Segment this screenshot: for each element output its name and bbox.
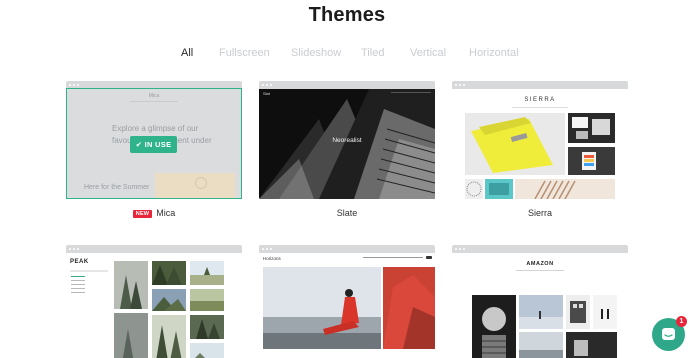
theme-preview-sierra: SIERRA — [452, 89, 628, 199]
preview-nav — [130, 101, 178, 102]
theme-card-sierra[interactable]: SIERRA — [452, 81, 628, 199]
preview-nav — [512, 107, 568, 108]
preview-nav-line — [71, 276, 85, 277]
chat-unread-badge: 1 — [676, 316, 687, 327]
preview-photo-portrait — [472, 295, 516, 358]
chat-icon — [662, 328, 675, 340]
preview-photo-fog — [114, 313, 148, 358]
check-icon: ✔ — [135, 140, 143, 149]
preview-nav-line — [71, 280, 85, 281]
theme-card-horizon[interactable]: Horizons — [259, 245, 435, 358]
preview-photo-beach — [519, 295, 563, 329]
preview-photo-colors — [568, 147, 615, 175]
browser-bar — [66, 245, 242, 253]
preview-logo: SIERRA — [524, 97, 556, 103]
preview-photo-woman-seaside — [263, 267, 381, 349]
page-title: Themes — [308, 4, 386, 26]
theme-filter-tabs: All Fullscreen Slideshow Tiled Vertical … — [0, 47, 694, 61]
browser-bar — [452, 245, 628, 253]
preview-photo-red-dress — [383, 267, 435, 349]
theme-card-slate[interactable]: Slat Neorealist — [259, 81, 435, 199]
theme-card-peak[interactable]: PEAK — [66, 245, 242, 358]
preview-logo: Horizons — [263, 256, 281, 261]
preview-photo — [155, 173, 235, 199]
preview-subtitle-line — [70, 270, 108, 272]
preview-nav — [363, 257, 423, 258]
theme-caption-mica[interactable]: NEW Mica — [66, 208, 242, 218]
preview-logo: AMAZON — [526, 261, 554, 267]
filter-slideshow[interactable]: Slideshow — [291, 47, 341, 59]
theme-name: Mica — [156, 208, 176, 218]
preview-photo-book — [515, 179, 615, 199]
preview-tagline: Here for the Summer — [84, 184, 150, 191]
preview-photo-stationery — [568, 113, 615, 143]
theme-preview-peak: PEAK — [66, 253, 242, 358]
theme-preview-mica: Mica Explore a glimpse of our favourite … — [66, 89, 242, 199]
preview-photo-sky — [190, 343, 224, 358]
preview-photo-forest — [114, 261, 148, 309]
preview-headline: Neorealist — [332, 137, 362, 144]
preview-photo-shore — [519, 332, 563, 358]
preview-photo-dark — [566, 332, 617, 358]
preview-nav — [391, 92, 431, 93]
preview-photo-building — [566, 295, 590, 329]
theme-name: Slate — [336, 208, 358, 218]
preview-logo: PEAK — [70, 259, 89, 265]
filter-horizontal[interactable]: Horizontal — [469, 47, 519, 59]
preview-photo-trees — [152, 261, 186, 285]
preview-photo-valley — [152, 289, 186, 311]
new-badge: NEW — [132, 210, 153, 218]
preview-nav-line — [71, 292, 85, 293]
in-use-badge: ✔ IN USE — [130, 136, 177, 153]
filter-all[interactable]: All — [181, 47, 193, 59]
preview-logo: Slat — [263, 91, 270, 96]
preview-photo-pines — [190, 315, 224, 339]
filter-vertical[interactable]: Vertical — [410, 47, 446, 59]
filter-tiled[interactable]: Tiled — [361, 47, 384, 59]
theme-card-amazon[interactable]: AMAZON — [452, 245, 628, 358]
browser-bar — [66, 81, 242, 89]
preview-photo-woods — [152, 315, 186, 358]
preview-nav — [516, 270, 564, 271]
preview-nav-line — [71, 284, 85, 285]
theme-caption-slate[interactable]: Slate — [259, 208, 435, 218]
theme-preview-amazon: AMAZON — [452, 253, 628, 358]
preview-photo-grass — [190, 289, 224, 311]
browser-bar — [452, 81, 628, 89]
preview-photo-meadow — [190, 261, 224, 285]
browser-bar — [259, 81, 435, 89]
menu-icon — [426, 256, 432, 259]
preview-logo: Mica — [148, 93, 160, 99]
theme-preview-horizon: Horizons — [259, 253, 435, 358]
preview-photo-yellow-paper — [465, 113, 565, 175]
browser-bar — [259, 245, 435, 253]
preview-photo-pattern — [465, 179, 483, 199]
preview-photo-cyan — [485, 179, 513, 199]
theme-name: Sierra — [527, 208, 552, 218]
theme-preview-slate: Slat Neorealist — [259, 89, 435, 199]
preview-architecture-photo — [259, 89, 435, 199]
in-use-label: IN USE — [144, 140, 172, 149]
theme-card-mica[interactable]: Mica Explore a glimpse of our favourite … — [66, 81, 242, 199]
filter-fullscreen[interactable]: Fullscreen — [219, 47, 270, 59]
preview-nav-line — [71, 288, 85, 289]
theme-caption-sierra[interactable]: Sierra — [452, 208, 628, 218]
preview-photo-figures — [593, 295, 617, 329]
